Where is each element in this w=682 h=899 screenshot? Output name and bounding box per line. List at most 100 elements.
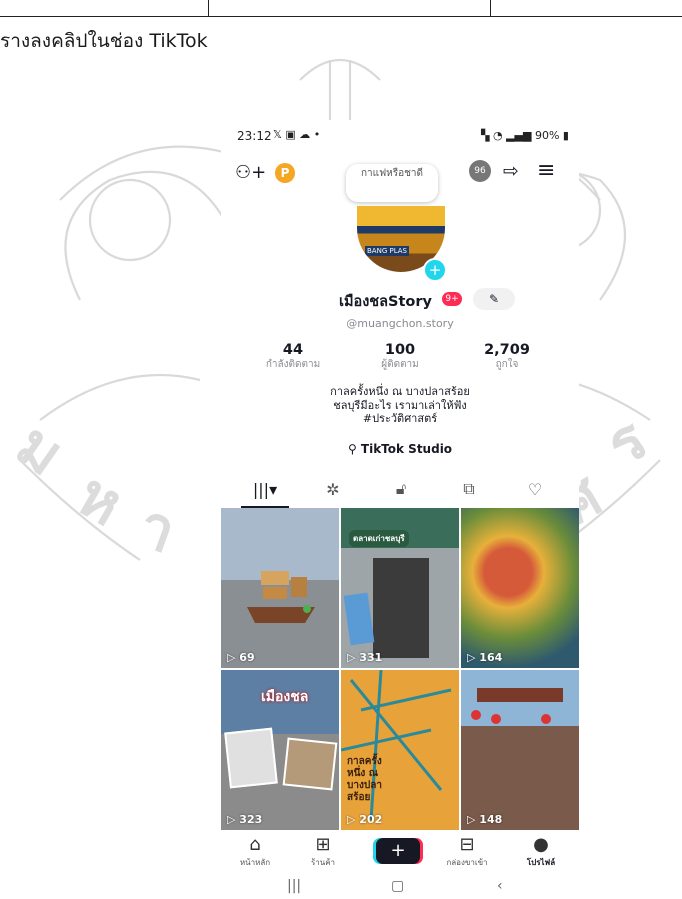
video-overlay-text: กาลครั้งหนึ่ง ณ บางปลาสร้อย xyxy=(347,756,382,803)
profile-note-bubble[interactable]: กาแฟหรือชาดี xyxy=(346,164,438,202)
stat-value: 2,709 xyxy=(484,342,530,358)
notification-icons: 𝕏 ▣ ☁ • xyxy=(273,128,321,141)
video-views: ▷ 202 xyxy=(347,813,383,826)
stat-value: 44 xyxy=(282,342,304,358)
tab-saved[interactable]: ⧉ xyxy=(445,472,493,506)
profile-handle: @muangchon.story xyxy=(346,317,454,330)
stat-likes[interactable]: 2,709 ถูกใจ xyxy=(457,342,557,372)
profile-name-row: เมืองชลStory 9+ ✎ xyxy=(221,288,579,312)
svg-text:ห: ห xyxy=(65,460,134,540)
stat-value: 100 xyxy=(384,342,416,358)
add-story-icon[interactable]: + xyxy=(423,258,447,282)
signal-icon: ▚ ◔ ▂▄▆ xyxy=(481,129,535,142)
repost-icon: ✲ xyxy=(326,479,340,499)
bio-line: กาลครั้งหนึ่ง ณ บางปลาสร้อย xyxy=(330,385,470,398)
stat-label: ผู้ติดตาม xyxy=(381,359,419,370)
status-time: 23:12 xyxy=(237,129,272,143)
video-thumbnail[interactable]: ▷ 164 xyxy=(461,508,579,668)
liked-icon: ♡ xyxy=(527,479,543,499)
nav-label: ร้านค้า xyxy=(310,858,336,867)
coins-icon[interactable]: P xyxy=(275,163,295,183)
junk-boat-illustration xyxy=(247,571,315,623)
system-navigation: ||| ▢ ‹ xyxy=(221,876,579,899)
video-thumbnail[interactable]: ▷ 148 xyxy=(461,670,579,830)
studio-icon: ⚲ xyxy=(347,442,361,456)
document-table-border xyxy=(0,0,682,17)
nav-home[interactable]: ⌂ หน้าหลัก xyxy=(225,834,285,869)
profile-bio: กาลครั้งหนึ่ง ณ บางปลาสร้อย ชลบุรีมีอะไร… xyxy=(221,385,579,426)
nav-label: กล่องขาเข้า xyxy=(446,858,488,867)
note-text: กาแฟหรือชาดี xyxy=(360,168,424,179)
menu-icon[interactable]: ≡ xyxy=(537,158,555,183)
back-icon[interactable]: ‹ xyxy=(497,878,503,894)
lantern-shape xyxy=(471,710,481,720)
status-bar: 23:12 𝕏 ▣ ☁ • ▚ ◔ ▂▄▆ 90% ▮ xyxy=(221,120,579,146)
document-caption: รางลงคลิปในช่อง TikTok xyxy=(0,30,208,52)
svg-text:า: า xyxy=(129,490,185,567)
create-button[interactable]: + xyxy=(376,838,420,864)
nav-label: โปรไฟล์ xyxy=(526,858,556,867)
video-overlay-text: ตลาดเก่าชลบุรี xyxy=(349,530,409,547)
grid-icon: |||▾ xyxy=(252,479,278,499)
video-views: ▷ 69 xyxy=(227,651,255,664)
video-thumbnail[interactable]: ▷ 69 xyxy=(221,508,339,668)
share-icon[interactable]: ⇨ xyxy=(503,160,519,182)
studio-label: TikTok Studio xyxy=(360,442,453,456)
lock-icon: 🔓︎ xyxy=(395,479,407,498)
tab-reposts[interactable]: ✲ xyxy=(309,472,357,506)
lantern-shape xyxy=(541,714,551,724)
avatar-mini[interactable]: 96 xyxy=(469,160,491,182)
profile-username: เมืองชลStory xyxy=(339,294,432,310)
nav-shop[interactable]: ⊞ ร้านค้า xyxy=(293,834,353,869)
video-thumbnail[interactable]: ตลาดเก่าชลบุรี ▷ 331 xyxy=(341,508,459,668)
tiktok-profile-screenshot: 23:12 𝕏 ▣ ☁ • ▚ ◔ ▂▄▆ 90% ▮ ⚇+ P 96 ⇨ ≡ … xyxy=(221,120,579,899)
poster-shape xyxy=(343,592,375,646)
arch-sign xyxy=(477,688,563,702)
home-button-icon[interactable]: ▢ xyxy=(391,878,404,894)
video-views: ▷ 148 xyxy=(467,813,503,826)
add-friend-icon[interactable]: ⚇+ xyxy=(235,162,266,183)
inbox-icon: ⊟ xyxy=(459,834,475,855)
video-overlay-text: เมืองชล xyxy=(261,689,309,705)
edit-profile-button[interactable]: ✎ xyxy=(473,288,515,310)
battery-icon: ▮ xyxy=(559,129,569,142)
home-icon: ⌂ xyxy=(249,834,261,855)
visit-count: 96 xyxy=(474,166,486,176)
tab-private[interactable]: 🔓︎ xyxy=(377,472,425,506)
svg-text:ร: ร xyxy=(594,404,661,480)
avatar-sign: BANG PLAS xyxy=(365,246,409,256)
create-icon: + xyxy=(390,840,406,861)
video-views: ▷ 323 xyxy=(227,813,263,826)
tiktok-studio-link[interactable]: ⚲ TikTok Studio xyxy=(221,442,579,456)
nav-profile[interactable]: ● โปรไฟล์ xyxy=(511,834,571,869)
saved-icon: ⧉ xyxy=(463,479,475,498)
nav-inbox[interactable]: ⊟ กล่องขาเข้า xyxy=(437,834,497,869)
profile-stats: 44 กำลังติดตาม 100 ผู้ติดตาม 2,709 ถูกใจ xyxy=(221,342,579,378)
stat-following[interactable]: 44 กำลังติดตาม xyxy=(243,342,343,372)
video-grid: ▷ 69 ตลาดเก่าชลบุรี ▷ 331 ▷ 164 เมืองชล … xyxy=(221,508,579,832)
bottom-navigation: ⌂ หน้าหลัก ⊞ ร้านค้า + ⊟ กล่องขาเข้า ● โ… xyxy=(221,832,579,876)
doorway-shape xyxy=(373,558,429,658)
video-thumbnail[interactable]: เมืองชล ▷ 323 xyxy=(221,670,339,830)
stat-label: ถูกใจ xyxy=(495,359,519,370)
bio-line: ชลบุรีมีอะไร เรามาเล่าให้ฟัง xyxy=(333,398,467,412)
status-right: ▚ ◔ ▂▄▆ 90% ▮ xyxy=(481,129,569,142)
tab-liked[interactable]: ♡ xyxy=(511,472,559,506)
recent-apps-icon[interactable]: ||| xyxy=(287,878,301,894)
table-cell-divider xyxy=(490,0,491,16)
profile-tabs: |||▾ ✲ 🔓︎ ⧉ ♡ xyxy=(221,472,579,509)
stat-label: กำลังติดตาม xyxy=(265,359,321,370)
bio-hashtag[interactable]: #ประวัติศาสตร์ xyxy=(221,412,579,426)
video-views: ▷ 164 xyxy=(467,651,503,664)
notification-badge[interactable]: 9+ xyxy=(442,292,462,306)
video-thumbnail[interactable]: กาลครั้งหนึ่ง ณ บางปลาสร้อย ▷ 202 xyxy=(341,670,459,830)
shop-icon: ⊞ xyxy=(315,834,331,855)
tab-videos[interactable]: |||▾ xyxy=(241,472,289,508)
lantern-shape xyxy=(491,714,501,724)
profile-icon: ● xyxy=(533,834,549,855)
table-cell-divider xyxy=(208,0,209,16)
video-views: ▷ 331 xyxy=(347,651,383,664)
map-illustration xyxy=(341,670,452,821)
photo-frame xyxy=(282,737,338,791)
stat-followers[interactable]: 100 ผู้ติดตาม xyxy=(350,342,450,372)
